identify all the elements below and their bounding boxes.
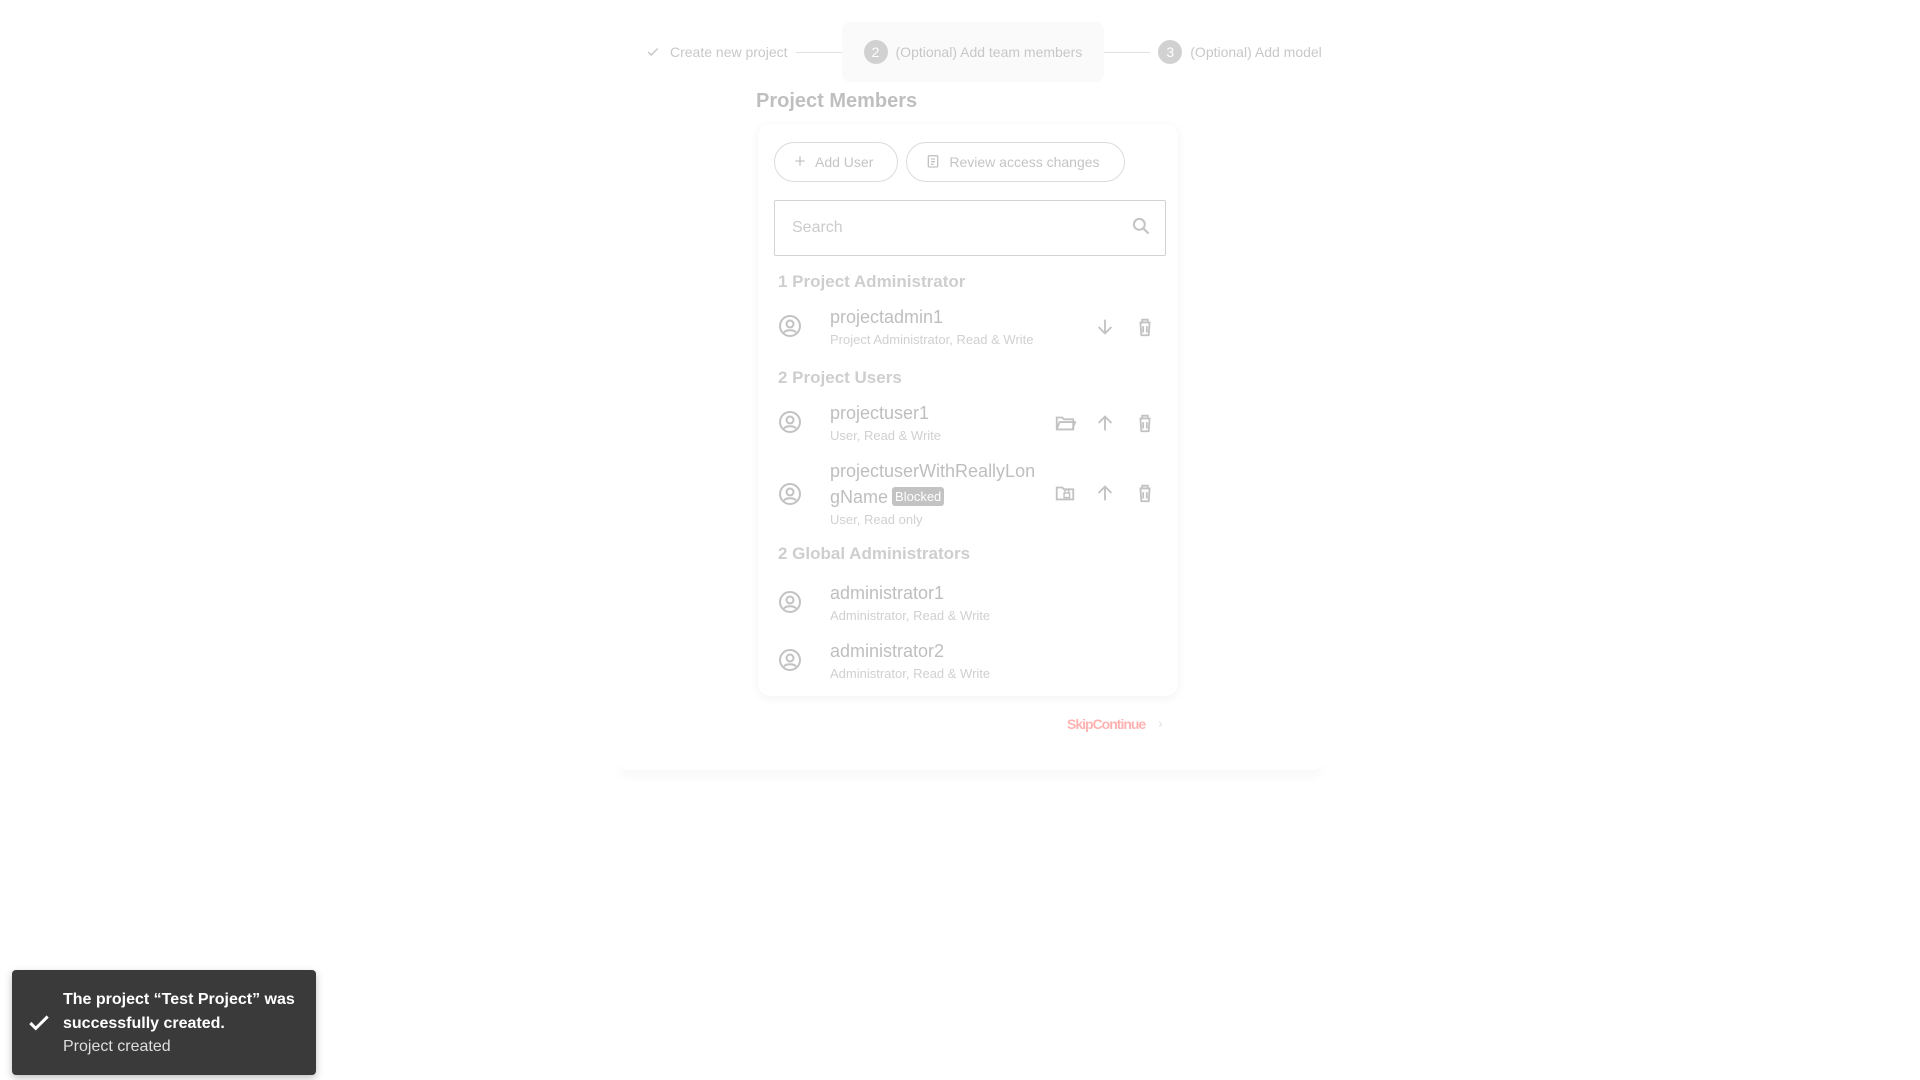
member-name: projectuser1 (830, 403, 930, 423)
group-title: 2 Project Users (778, 368, 902, 387)
account-circle-icon (778, 590, 802, 619)
account-circle-icon (778, 482, 802, 511)
stepper: Create new project 2 (Optional) Add team… (636, 22, 1330, 82)
account-circle-icon (778, 314, 802, 343)
review-access-label: Review access changes (949, 154, 1100, 170)
member-role: Project Administrator, Read & Write (830, 332, 1034, 347)
member-name-continued: gName Blocked (830, 484, 945, 510)
member-name: projectadmin1 (830, 307, 944, 327)
arrow-up-icon[interactable] (1094, 482, 1116, 509)
step-create-project[interactable]: Create new project (636, 22, 796, 82)
search-icon[interactable] (1131, 216, 1151, 241)
member-name-tail: gName (830, 487, 889, 507)
step-add-model[interactable]: 3 (Optional) Add model (1150, 22, 1330, 82)
step-label: (Optional) Add team members (895, 44, 1083, 60)
members-card: Add User Review access changes 1 Project… (758, 124, 1178, 696)
search-field (774, 200, 1166, 256)
toast-subtitle: Project created (63, 1038, 171, 1055)
delete-icon[interactable] (1134, 482, 1156, 509)
toast-title: The project “Test Project” was successfu… (63, 991, 295, 1032)
step-label: (Optional) Add model (1190, 44, 1322, 60)
step-number: 3 (1158, 40, 1183, 64)
member-name: administrator1 (830, 583, 945, 603)
skip-continue-link[interactable]: SkipContinue (1067, 716, 1146, 732)
group-title: 1 Project Administrator (778, 272, 966, 291)
page-title: Project Members (756, 90, 918, 112)
success-toast: The project “Test Project” was successfu… (12, 970, 316, 1075)
add-user-label: Add User (815, 154, 874, 170)
member-role: User, Read & Write (830, 428, 942, 443)
account-circle-icon (778, 648, 802, 677)
check-icon (644, 43, 662, 61)
chevron-right-icon[interactable]: › (1158, 715, 1163, 731)
member-name: administrator2 (830, 641, 945, 661)
group-title: 2 Global Administrators (778, 544, 971, 563)
check-icon (26, 1010, 52, 1041)
step-label: Create new project (670, 44, 788, 60)
blocked-badge: Blocked (892, 487, 945, 506)
member-name: projectuserWithReallyLon (830, 461, 1036, 481)
member-role: Administrator, Read & Write (830, 666, 991, 681)
toolbar: Add User Review access changes (774, 142, 1125, 182)
member-role: User, Read only (830, 512, 923, 527)
account-circle-icon (778, 410, 802, 439)
add-user-button[interactable]: Add User (774, 142, 899, 182)
step-number: 2 (863, 40, 888, 64)
clipboard-icon (925, 153, 941, 172)
search-input[interactable] (790, 218, 1114, 238)
folder-lock-icon[interactable] (1054, 482, 1076, 509)
delete-icon[interactable] (1134, 412, 1156, 439)
review-access-button[interactable]: Review access changes (906, 142, 1125, 182)
delete-icon[interactable] (1134, 316, 1156, 343)
arrow-down-icon[interactable] (1094, 316, 1116, 343)
plus-icon (793, 154, 807, 171)
step-connector (795, 51, 842, 53)
step-add-team-members[interactable]: 2 (Optional) Add team members (841, 22, 1105, 82)
member-role: Administrator, Read & Write (830, 608, 991, 623)
arrow-up-icon[interactable] (1094, 412, 1116, 439)
page-content: Create new project 2 (Optional) Add team… (0, 0, 1920, 1080)
container-bottom-edge (618, 760, 1322, 770)
step-connector (1104, 51, 1151, 53)
folder-open-icon[interactable] (1054, 412, 1077, 439)
